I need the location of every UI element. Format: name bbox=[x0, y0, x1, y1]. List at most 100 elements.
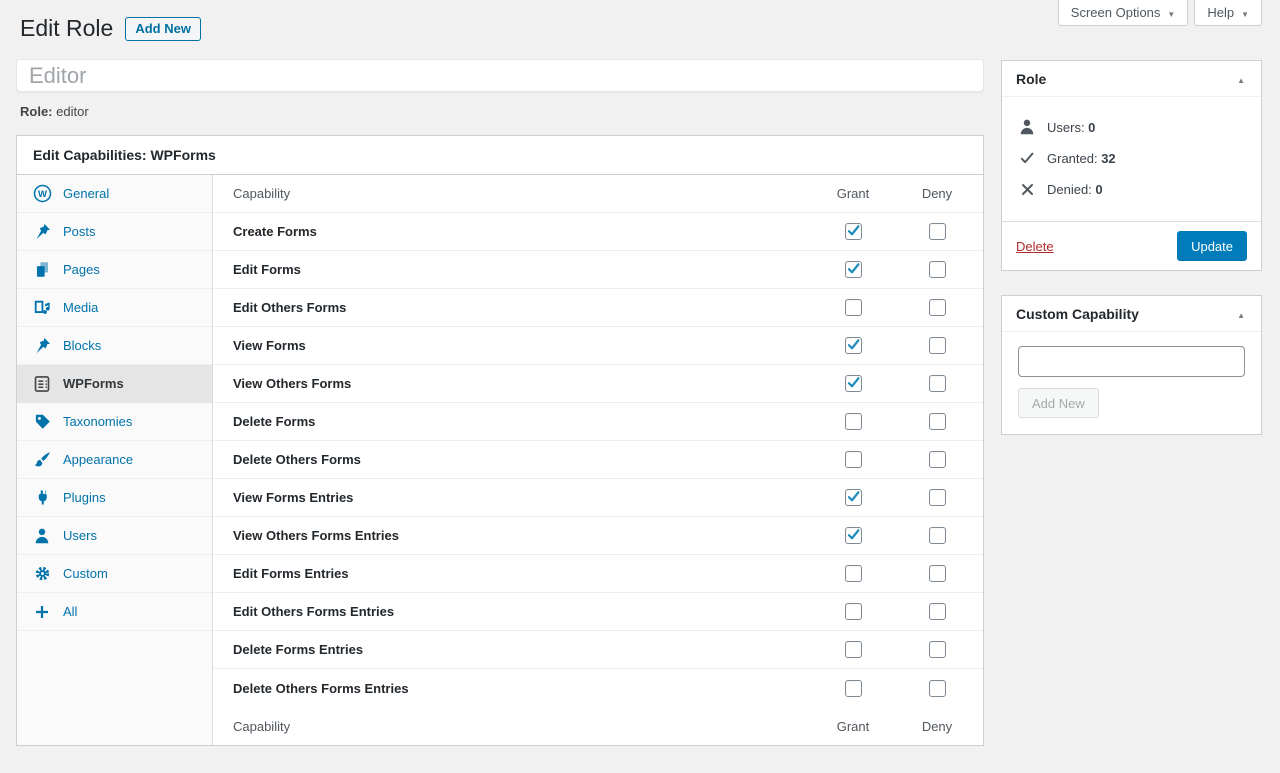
table-header-row: Capability Grant Deny bbox=[213, 175, 983, 213]
grant-checkbox[interactable] bbox=[845, 375, 862, 392]
grant-cell bbox=[811, 299, 895, 316]
deny-cell bbox=[895, 603, 979, 620]
sidebar-tab-custom[interactable]: Custom bbox=[17, 555, 212, 593]
grant-cell bbox=[811, 489, 895, 506]
grant-cell bbox=[811, 375, 895, 392]
sidebar-tab-pages[interactable]: Pages bbox=[17, 251, 212, 289]
chevron-down-icon bbox=[1241, 5, 1249, 20]
svg-text:W: W bbox=[38, 189, 47, 200]
x-icon bbox=[1018, 180, 1036, 198]
tab-label: General bbox=[63, 186, 109, 201]
grant-checkbox[interactable] bbox=[845, 489, 862, 506]
sidebar-tab-taxonomies[interactable]: Taxonomies bbox=[17, 403, 212, 441]
sidebar-tab-media[interactable]: Media bbox=[17, 289, 212, 327]
sidebar-tab-users[interactable]: Users bbox=[17, 517, 212, 555]
deny-checkbox[interactable] bbox=[929, 413, 946, 430]
grant-checkbox[interactable] bbox=[845, 223, 862, 240]
add-new-role-button[interactable]: Add New bbox=[125, 17, 201, 41]
collapse-toggle-icon[interactable] bbox=[1235, 306, 1247, 321]
capability-row: Delete Forms Entries bbox=[213, 631, 983, 669]
role-caption: Role: editor bbox=[20, 104, 89, 119]
capability-label: Edit Forms bbox=[213, 262, 811, 277]
sidebar-tab-appearance[interactable]: Appearance bbox=[17, 441, 212, 479]
wordpress-icon: W bbox=[32, 184, 52, 204]
add-new-capability-button[interactable]: Add New bbox=[1018, 388, 1099, 418]
grant-checkbox[interactable] bbox=[845, 641, 862, 658]
stat-value: 0 bbox=[1095, 182, 1102, 197]
deny-checkbox[interactable] bbox=[929, 223, 946, 240]
grant-checkbox[interactable] bbox=[845, 565, 862, 582]
grant-cell bbox=[811, 603, 895, 620]
capability-label: Edit Others Forms bbox=[213, 300, 811, 315]
capability-label: Create Forms bbox=[213, 224, 811, 239]
deny-checkbox[interactable] bbox=[929, 299, 946, 316]
custom-capability-title: Custom Capability bbox=[1016, 306, 1139, 322]
sidebar-tab-posts[interactable]: Posts bbox=[17, 213, 212, 251]
collapse-toggle-icon[interactable] bbox=[1235, 71, 1247, 86]
grant-checkbox[interactable] bbox=[845, 527, 862, 544]
capability-row: View Others Forms bbox=[213, 365, 983, 403]
sidebar-tab-wpforms[interactable]: WPForms bbox=[17, 365, 212, 403]
title-row: Edit Role Add New bbox=[20, 14, 201, 44]
role-stat-users: Users: 0 bbox=[1018, 118, 1245, 136]
grant-checkbox[interactable] bbox=[845, 261, 862, 278]
grant-checkbox[interactable] bbox=[845, 413, 862, 430]
capability-label: View Forms bbox=[213, 338, 811, 353]
deny-checkbox[interactable] bbox=[929, 261, 946, 278]
header-deny: Deny bbox=[895, 186, 979, 201]
deny-cell bbox=[895, 299, 979, 316]
header-grant: Grant bbox=[811, 186, 895, 201]
update-button[interactable]: Update bbox=[1177, 231, 1247, 261]
deny-cell bbox=[895, 337, 979, 354]
capability-row: Delete Others Forms Entries bbox=[213, 669, 983, 707]
help-button[interactable]: Help bbox=[1194, 0, 1262, 26]
capability-row: View Forms bbox=[213, 327, 983, 365]
deny-checkbox[interactable] bbox=[929, 337, 946, 354]
tab-label: Custom bbox=[63, 566, 108, 581]
help-label: Help bbox=[1207, 5, 1234, 20]
form-icon bbox=[32, 374, 52, 394]
capability-label: Edit Others Forms Entries bbox=[213, 604, 811, 619]
panel-title: Edit Capabilities: WPForms bbox=[17, 136, 983, 175]
tab-label: Posts bbox=[63, 224, 96, 239]
deny-checkbox[interactable] bbox=[929, 603, 946, 620]
role-stats: Users: 0Granted: 32Denied: 0 bbox=[1002, 97, 1261, 221]
brush-icon bbox=[32, 450, 52, 470]
pin-icon bbox=[32, 222, 52, 242]
screen-options-button[interactable]: Screen Options bbox=[1058, 0, 1189, 26]
grant-cell bbox=[811, 223, 895, 240]
stat-label: Denied: 0 bbox=[1047, 182, 1103, 197]
deny-cell bbox=[895, 413, 979, 430]
deny-checkbox[interactable] bbox=[929, 375, 946, 392]
custom-capability-input[interactable] bbox=[1018, 346, 1245, 377]
grant-checkbox[interactable] bbox=[845, 451, 862, 468]
deny-cell bbox=[895, 527, 979, 544]
tab-label: Blocks bbox=[63, 338, 101, 353]
user-icon bbox=[1018, 118, 1036, 136]
tab-label: Users bbox=[63, 528, 97, 543]
custom-capability-box: Custom Capability Add New bbox=[1001, 295, 1262, 435]
plus-icon bbox=[32, 602, 52, 622]
capability-label: View Forms Entries bbox=[213, 490, 811, 505]
pages-icon bbox=[32, 260, 52, 280]
sidebar-tab-general[interactable]: W General bbox=[17, 175, 212, 213]
sidebar-tab-blocks[interactable]: Blocks bbox=[17, 327, 212, 365]
delete-role-link[interactable]: Delete bbox=[1016, 239, 1054, 254]
deny-checkbox[interactable] bbox=[929, 565, 946, 582]
pin-icon bbox=[32, 336, 52, 356]
deny-checkbox[interactable] bbox=[929, 527, 946, 544]
deny-checkbox[interactable] bbox=[929, 641, 946, 658]
deny-checkbox[interactable] bbox=[929, 680, 946, 697]
grant-checkbox[interactable] bbox=[845, 603, 862, 620]
grant-cell bbox=[811, 680, 895, 697]
sidebar-tab-plugins[interactable]: Plugins bbox=[17, 479, 212, 517]
grant-checkbox[interactable] bbox=[845, 299, 862, 316]
deny-cell bbox=[895, 489, 979, 506]
deny-checkbox[interactable] bbox=[929, 489, 946, 506]
role-name-input[interactable] bbox=[16, 59, 984, 92]
sidebar-tab-all[interactable]: All bbox=[17, 593, 212, 631]
deny-checkbox[interactable] bbox=[929, 451, 946, 468]
capabilities-table: Capability Grant Deny Create Forms Edit F… bbox=[213, 175, 983, 745]
grant-checkbox[interactable] bbox=[845, 337, 862, 354]
grant-checkbox[interactable] bbox=[845, 680, 862, 697]
